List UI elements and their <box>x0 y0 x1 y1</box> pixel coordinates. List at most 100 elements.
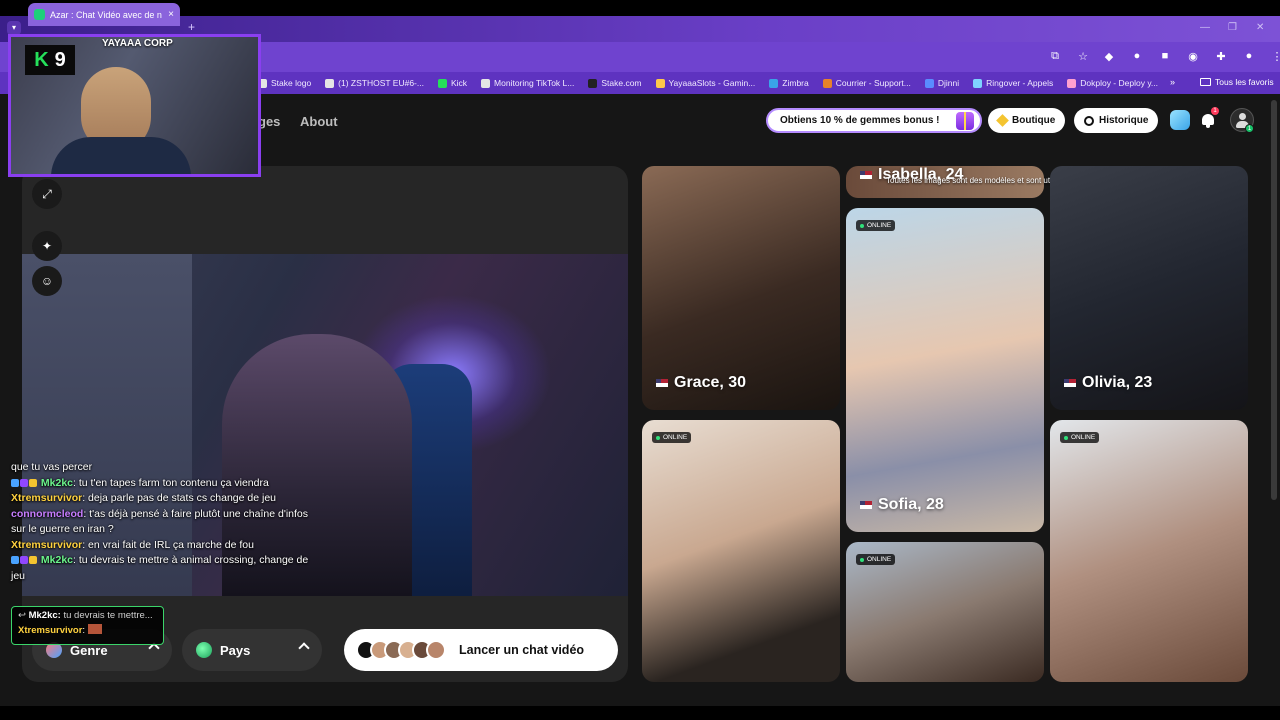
chat-message: connormcleod: t'as déjà pensé à faire pl… <box>11 507 309 536</box>
profile-card-online-1[interactable]: ONLINE <box>642 420 840 682</box>
magic-wand-icon[interactable]: ✦ <box>32 231 62 261</box>
overlay-corp-name: YAYAAA CORP <box>102 38 173 49</box>
launch-label: Lancer un chat vidéo <box>459 643 585 657</box>
tab-azar[interactable]: Azar : Chat Vidéo avec de n × <box>28 3 180 26</box>
profile-icon[interactable]: ● <box>1242 50 1256 63</box>
mail-icon <box>822 78 832 88</box>
cast-icon[interactable]: ⧉ <box>1048 50 1062 63</box>
azar-favicon-icon <box>34 9 45 20</box>
clock-icon <box>1084 115 1094 126</box>
shop-label: Boutique <box>1012 115 1056 126</box>
nav-link-partial[interactable]: ges <box>258 114 280 129</box>
maximize-icon[interactable]: ❐ <box>1228 22 1237 33</box>
streamer-body <box>51 137 191 174</box>
bookmark-item[interactable]: Dokploy - Deploy y... <box>1067 78 1158 88</box>
bookmark-item[interactable]: Ringover - Appels <box>973 78 1053 88</box>
bookmark-item[interactable]: YayaaaSlots - Gamin... <box>655 78 755 88</box>
chat-badge-icon <box>11 478 19 487</box>
chat-badge-icon <box>29 478 37 487</box>
globe-icon <box>196 642 212 658</box>
chat-message: Mk2kc: tu t'en tapes farm ton contenu ça… <box>11 476 311 492</box>
cube-icon[interactable] <box>1170 110 1190 130</box>
address-actions: ⧉ ☆ <box>1048 50 1090 63</box>
extension-icon[interactable]: ◆ <box>1102 50 1116 63</box>
chat-message: que tu vas percer <box>11 461 93 473</box>
close-icon[interactable]: × <box>168 9 174 20</box>
us-flag-icon <box>860 501 872 509</box>
bookmark-item[interactable]: Djinni <box>924 78 959 88</box>
bookmark-favicon-icon <box>325 78 335 88</box>
profile-badge: 1 <box>1245 124 1254 133</box>
zimbra-icon <box>769 78 779 88</box>
all-bookmarks-button[interactable]: Tous les favoris <box>1200 77 1274 87</box>
shop-button[interactable]: Boutique <box>988 108 1066 133</box>
face-filter-icon[interactable]: ☺ <box>32 266 62 296</box>
stream-chat: que tu vas percer Mk2kc: tu t'en tapes f… <box>11 460 311 584</box>
bookmark-favicon-icon <box>924 78 934 88</box>
promo-gems-button[interactable]: Obtiens 10 % de gemmes bonus ! <box>766 108 982 133</box>
chat-message: Mk2kc: tu devrais te mettre à animal cro… <box>11 554 309 582</box>
bookmark-item[interactable]: Courrier - Support... <box>822 78 911 88</box>
history-label: Historique <box>1099 115 1149 126</box>
stake-icon <box>588 78 598 88</box>
profile-card-grace[interactable]: Grace, 30 <box>642 166 840 410</box>
chat-badge-icon <box>20 478 28 487</box>
reply-arrow-icon: ↩ <box>18 610 29 621</box>
window-close-icon[interactable]: ✕ <box>1256 22 1264 33</box>
menu-dots-icon[interactable]: ⋮ <box>1270 50 1280 63</box>
extensions-row: ◆ ● ■ ◉ ✚ ● ⋮ <box>1102 50 1280 63</box>
bookmark-item[interactable]: Monitoring TikTok L... <box>481 78 574 88</box>
folder-icon <box>1200 78 1211 86</box>
profile-card-online-2[interactable]: ONLINE <box>846 542 1044 682</box>
minimize-icon[interactable]: — <box>1200 22 1210 33</box>
gift-icon <box>956 112 974 130</box>
puzzle-icon[interactable]: ✚ <box>1214 50 1228 63</box>
bookmark-item[interactable]: Zimbra <box>769 78 809 88</box>
us-flag-icon <box>860 171 872 179</box>
video-panel <box>22 166 628 682</box>
avatar-stack <box>356 640 446 660</box>
bookmark-item[interactable]: Stake.com <box>588 78 642 88</box>
bookmark-item[interactable]: Stake logo <box>258 78 311 88</box>
chat-badge-icon <box>11 556 19 564</box>
bottom-border <box>0 706 1280 720</box>
top-border <box>0 0 1280 16</box>
nav-link-about[interactable]: About <box>300 114 338 129</box>
us-flag-icon <box>1064 379 1076 387</box>
extension-icon[interactable]: ◉ <box>1186 50 1200 63</box>
country-filter-button[interactable]: Pays <box>182 629 322 671</box>
scrollbar[interactable] <box>1271 100 1277 500</box>
bookmark-star-icon[interactable]: ☆ <box>1076 50 1090 63</box>
launch-video-chat-button[interactable]: Lancer un chat vidéo <box>344 629 618 671</box>
new-tab-icon[interactable]: + <box>188 20 195 34</box>
gem-icon <box>996 114 1009 127</box>
profile-card-online-3[interactable]: ONLINE <box>1050 420 1248 682</box>
reply-message: Xtremsurvivor: <box>18 624 157 636</box>
chat-message: Xtremsurvivor: en vrai fait de IRL ça ma… <box>11 538 254 551</box>
more-bookmarks-icon[interactable]: » <box>1170 77 1175 87</box>
extension-icon[interactable]: ■ <box>1158 50 1172 63</box>
extension-icon[interactable]: ● <box>1130 50 1144 63</box>
bookmark-item[interactable]: (1) ZSTHOST EU#6-... <box>325 78 424 88</box>
profile-card-olivia[interactable]: Olivia, 23 <box>1050 166 1248 410</box>
expand-icon[interactable]: ⤢ <box>32 179 62 209</box>
bookmark-favicon-icon <box>481 78 491 88</box>
online-badge: ONLINE <box>856 554 896 565</box>
profile-card-sofia[interactable]: ONLINE Sofia, 28 <box>846 208 1044 532</box>
us-flag-icon <box>656 379 668 387</box>
bookmark-item[interactable]: Kick <box>437 78 467 88</box>
tab-title: Azar : Chat Vidéo avec de n <box>50 9 162 20</box>
history-button[interactable]: Historique <box>1074 108 1159 133</box>
reply-context: ↩ Mk2kc: tu devrais te mettre... <box>18 610 153 621</box>
tab-search-icon[interactable]: ▾ <box>7 21 21 35</box>
promo-label: Obtiens 10 % de gemmes bonus ! <box>780 115 940 126</box>
chevron-up-icon <box>298 642 310 654</box>
online-badge: ONLINE <box>856 220 896 231</box>
emote-icon <box>87 624 102 634</box>
notification-badge: 1 <box>1211 107 1219 115</box>
profile-name: Sofia, 28 <box>860 496 944 514</box>
online-badge: ONLINE <box>652 432 692 443</box>
kick-icon <box>437 78 447 88</box>
chat-message: Xtremsurvivor: deja parle pas de stats c… <box>11 492 276 504</box>
online-badge: ONLINE <box>1060 432 1100 443</box>
